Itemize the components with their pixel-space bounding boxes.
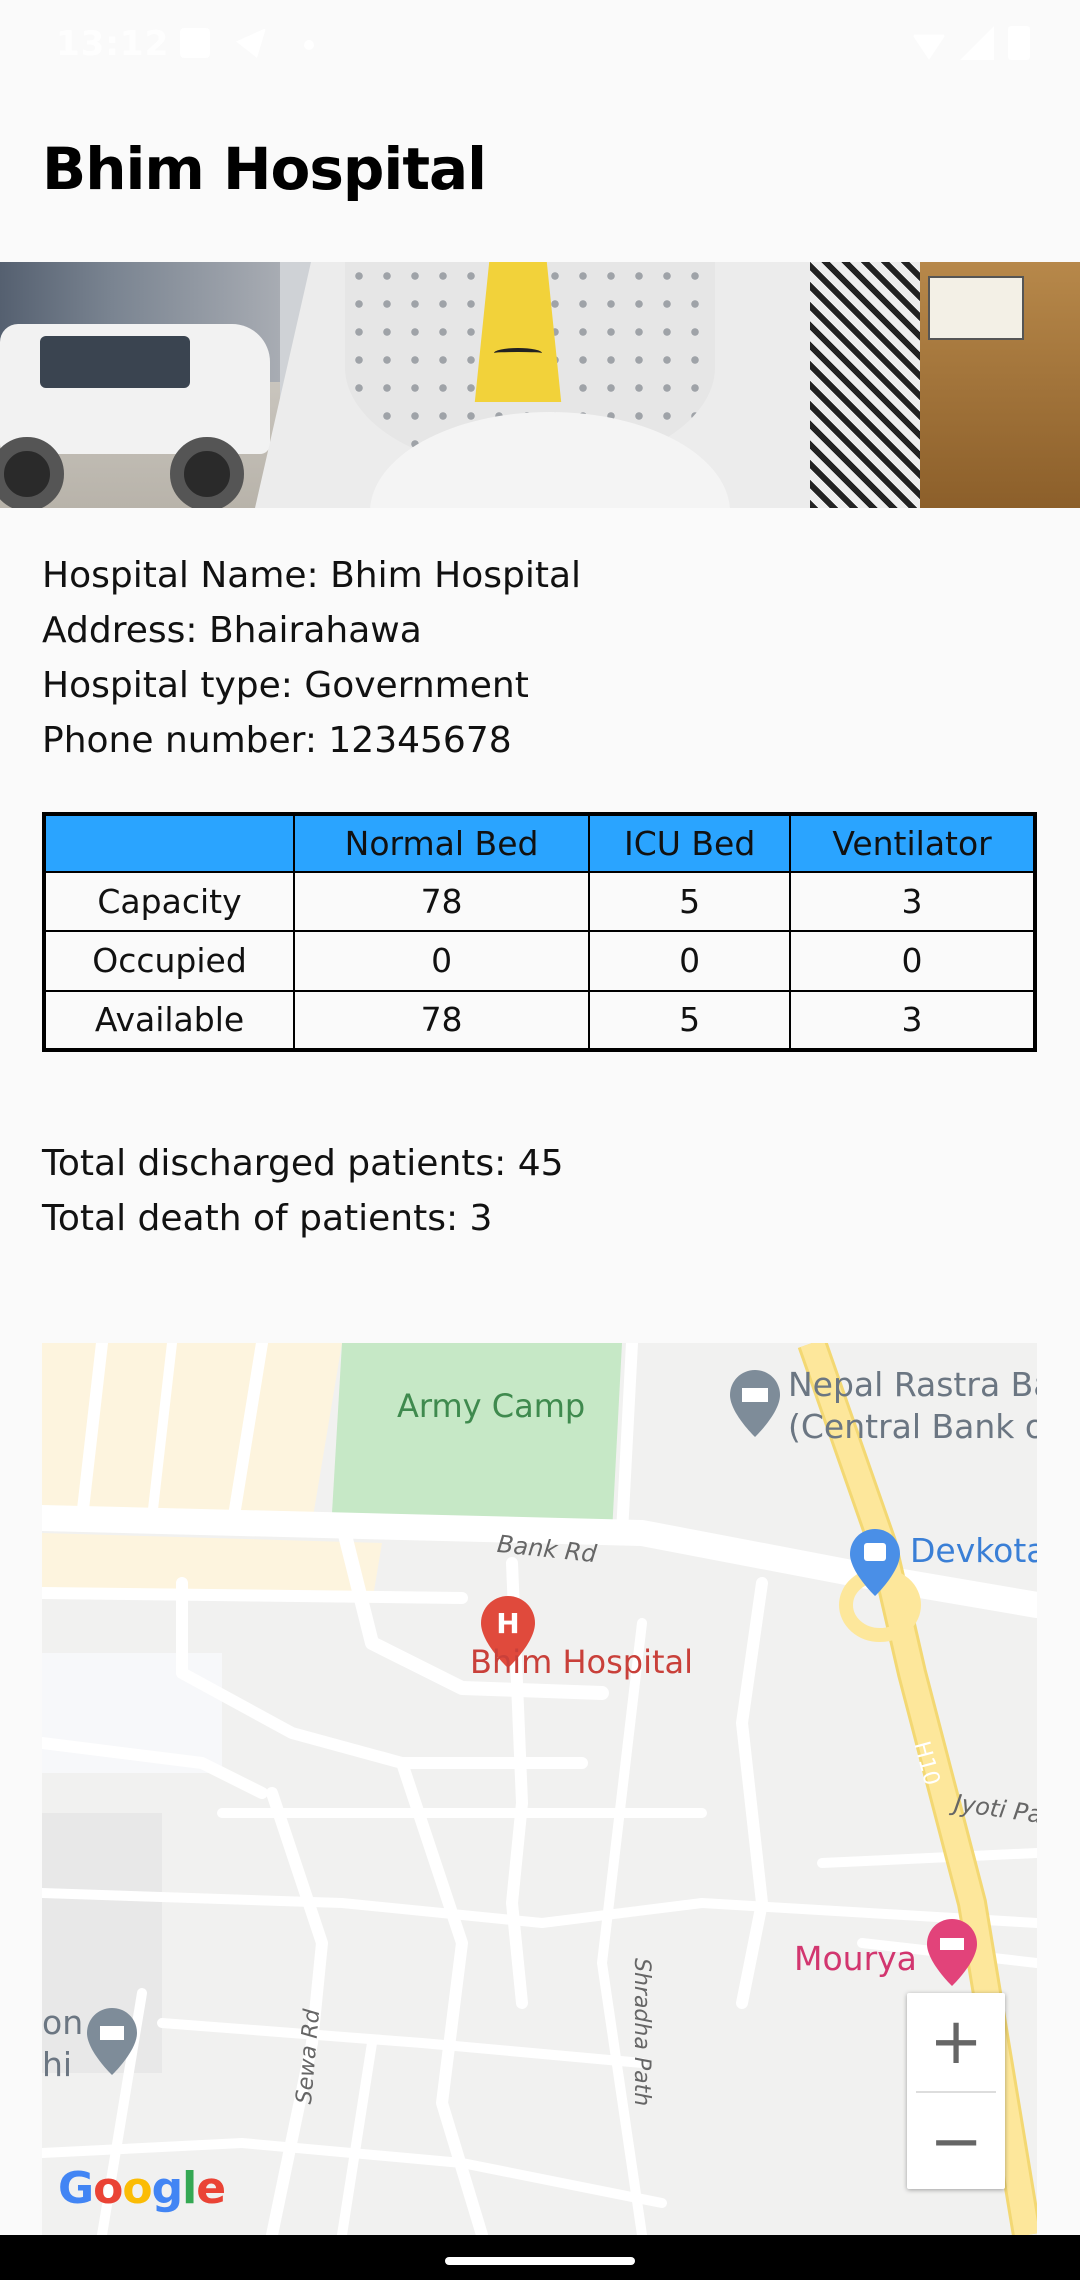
hospital-name: Hospital Name: Bhim Hospital [42,555,582,596]
page-title: Bhim Hospital [42,135,487,203]
table-row: Occupied 0 0 0 [43,930,1036,992]
zoom-in-button[interactable]: + [907,1993,1005,2091]
table-header-cell [43,813,295,873]
svg-text:H: H [496,1607,519,1640]
map-label-hi: hi [42,2045,73,2084]
image-icon [180,28,210,58]
row-label: Occupied [43,930,295,992]
zoom-out-button[interactable]: − [907,2093,1005,2191]
table-header-cell: Normal Bed [292,813,591,873]
map-label-shradha: Shradha Path [629,1958,654,2107]
map-label-central-bank: (Central Bank of [788,1407,1037,1446]
map-canvas[interactable]: H [42,1343,1037,2235]
wall-sign [928,276,1024,340]
map-label-devkota: Devkota [910,1531,1037,1570]
map-label-on: on [42,2003,84,2042]
hospital-photo [0,262,1080,508]
map-label-army-camp: Army Camp [397,1387,586,1425]
table-cell: 78 [292,989,591,1052]
table-cell: 0 [292,930,591,992]
table-cell: 3 [789,989,1036,1052]
dot-icon [304,40,314,50]
table-row: Capacity 78 5 3 [43,870,1036,933]
table-header-row: Normal Bed ICU Bed Ventilator [43,813,1036,873]
table-cell: 0 [789,930,1036,992]
signal-icon [960,26,994,60]
bed-availability-table: Normal Bed ICU Bed Ventilator Capacity 7… [42,812,1037,1052]
table-header-cell: Ventilator [789,813,1036,873]
battery-icon [1008,26,1030,60]
system-nav-bar [0,2235,1080,2280]
death-count: Total death of patients: 3 [42,1198,493,1239]
status-time: 13:12 [56,24,170,64]
status-bar: 13:12 [0,0,1080,90]
hospital-map[interactable]: H Army Camp Bank Rd Bhim Hospital Nepal … [42,1343,1037,2235]
table-cell: 78 [292,870,591,933]
table-cell: 3 [789,870,1036,933]
table-cell: 0 [588,930,792,992]
hospital-phone: Phone number: 12345678 [42,720,512,761]
home-gesture-handle[interactable] [445,2257,635,2265]
row-label: Available [43,989,295,1052]
table-cell: 5 [588,870,792,933]
map-label-hospital: Bhim Hospital [470,1643,694,1681]
table-cell: 5 [588,989,792,1052]
hospital-info: Hospital Name: Bhim Hospital Address: Bh… [42,548,581,768]
google-logo: Google [58,2163,226,2214]
map-zoom-controls: + − [907,1993,1005,2189]
hospital-address: Address: Bhairahawa [42,610,422,651]
map-label-nepal-rastra: Nepal Rastra Ba [788,1365,1037,1404]
telegram-icon [236,28,266,58]
table-header-cell: ICU Bed [588,813,792,873]
hospital-type: Hospital type: Government [42,665,529,706]
patient-stats: Total discharged patients: 45 Total deat… [42,1136,564,1246]
discharged-count: Total discharged patients: 45 [42,1143,564,1184]
map-label-mourya: Mourya [794,1939,917,1978]
wifi-icon [912,34,946,60]
row-label: Capacity [43,870,295,933]
table-row: Available 78 5 3 [43,989,1036,1052]
